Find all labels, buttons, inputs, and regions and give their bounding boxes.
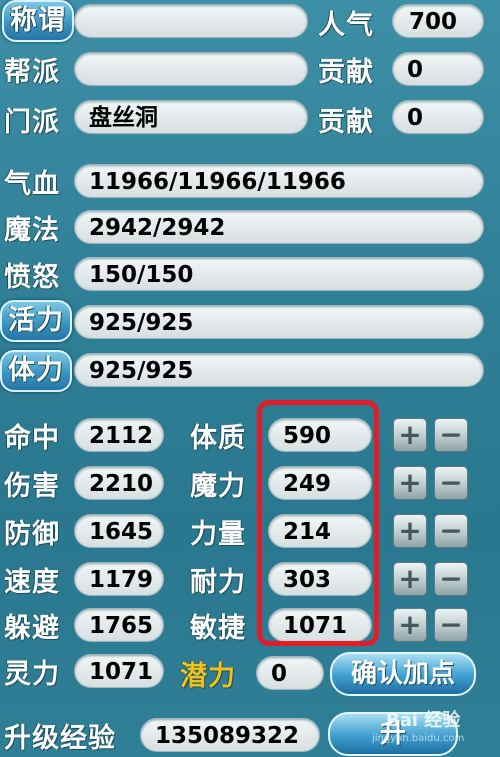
potential-field: 0 [256, 656, 324, 690]
damage-label: 伤害 [4, 471, 60, 502]
popularity-label: 人气 [318, 10, 374, 41]
strength-plus-button[interactable]: + [393, 514, 427, 548]
damage-field: 2210 [74, 466, 164, 500]
stamina-button[interactable]: 体力 [0, 350, 72, 392]
endurance-label: 耐力 [190, 567, 246, 598]
confirm-allocation-button[interactable]: 确认加点 [330, 652, 476, 696]
speed-label: 速度 [4, 567, 60, 598]
magic-plus-button[interactable]: + [393, 466, 427, 500]
anger-label: 愤怒 [4, 262, 60, 293]
character-attributes-panel: 称谓 人气 700 帮派 贡献 0 门派 盘丝洞 贡献 0 气血 11966/1… [0, 0, 500, 757]
attribute-highlight-box [257, 400, 379, 646]
hp-label: 气血 [4, 169, 60, 200]
popularity-field: 700 [392, 4, 484, 38]
strength-label: 力量 [190, 519, 246, 550]
contribution-label-2: 贡献 [318, 107, 374, 138]
mp-field: 2942/2942 [74, 210, 484, 244]
school-field: 盘丝洞 [74, 100, 308, 134]
constitution-plus-button[interactable]: + [393, 418, 427, 452]
faction-label: 帮派 [4, 57, 60, 88]
watermark-logo: Bai 经验 [386, 710, 461, 731]
endurance-minus-button[interactable]: − [434, 562, 468, 596]
magic-label: 魔力 [190, 471, 246, 502]
constitution-label: 体质 [190, 423, 246, 454]
agility-minus-button[interactable]: − [434, 608, 468, 642]
speed-field: 1179 [74, 562, 164, 596]
faction-field [74, 52, 308, 86]
stamina-field: 925/925 [74, 353, 484, 387]
contribution-label-1: 贡献 [318, 57, 374, 88]
school-label: 门派 [4, 107, 60, 138]
anger-field: 150/150 [74, 257, 484, 291]
title-field [74, 4, 308, 38]
watermark-url: jingyan.baidu.com [372, 733, 465, 744]
endurance-plus-button[interactable]: + [393, 562, 427, 596]
spirit-field: 1071 [74, 654, 164, 688]
spirit-label: 灵力 [4, 659, 60, 690]
mp-label: 魔法 [4, 215, 60, 246]
contribution-field-2: 0 [392, 100, 484, 134]
contribution-field-1: 0 [392, 52, 484, 86]
title-button[interactable]: 称谓 [2, 0, 74, 42]
hit-field: 2112 [74, 418, 164, 452]
vitality-field: 925/925 [74, 305, 484, 339]
constitution-minus-button[interactable]: − [434, 418, 468, 452]
defense-label: 防御 [4, 519, 60, 550]
magic-minus-button[interactable]: − [434, 466, 468, 500]
agility-plus-button[interactable]: + [393, 608, 427, 642]
hp-field: 11966/11966/11966 [74, 164, 484, 198]
exp-field: 135089322 [140, 718, 320, 752]
strength-minus-button[interactable]: − [434, 514, 468, 548]
exp-label: 升级经验 [4, 723, 116, 754]
vitality-button[interactable]: 活力 [0, 300, 72, 342]
hit-label: 命中 [4, 423, 60, 454]
agility-label: 敏捷 [190, 613, 246, 644]
defense-field: 1645 [74, 514, 164, 548]
dodge-field: 1765 [74, 608, 164, 642]
dodge-label: 躲避 [4, 613, 60, 644]
potential-label: 潜力 [180, 661, 236, 692]
